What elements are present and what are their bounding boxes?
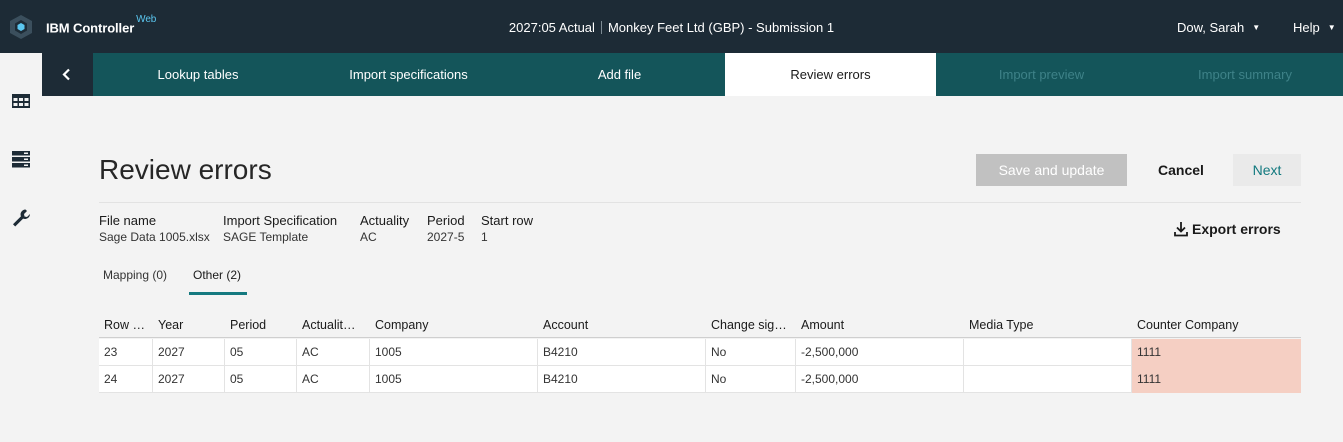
context-period: 2027:05 Actual [508,20,595,35]
meta-period: Period 2027-5 [427,213,465,244]
cell-change-sign: No [706,366,796,393]
column-header-actuality[interactable]: Actualit… [302,318,368,332]
meta-start-row: Start row 1 [481,213,533,244]
grid-icon[interactable] [10,90,32,112]
cell-counter-company-error[interactable]: 1111 [1132,366,1301,393]
cell-row: 24 [99,366,153,393]
meta-value: 2027-5 [427,230,465,244]
meta-value: Sage Data 1005.xlsx [99,230,210,244]
subtab-mapping[interactable]: Mapping (0) [103,268,167,282]
next-button[interactable]: Next [1233,154,1301,186]
caret-down-icon: ▼ [1327,23,1336,32]
wizard-tab-import-specifications[interactable]: Import specifications [303,53,514,96]
page-title: Review errors [99,154,272,185]
active-subtab-indicator [189,292,247,295]
save-and-update-button[interactable]: Save and update [976,154,1127,186]
subtab-other[interactable]: Other (2) [193,268,241,282]
left-rail [0,53,42,442]
table-header: Row … Year Period Actualit… Company Acco… [99,314,1301,338]
cell-company: 1005 [370,366,538,393]
wizard-tab-import-preview: Import preview [998,67,1085,82]
context-company: Monkey Feet Ltd (GBP) - Submission 1 [607,20,835,35]
column-header-change-sign[interactable]: Change sig… [711,318,793,332]
wizard-tab-add-file[interactable]: Add file [514,53,725,96]
meta-value: AC [360,230,377,244]
help-menu[interactable]: Help ▼ [1293,20,1336,35]
back-button[interactable] [42,53,93,96]
cell-account: B4210 [538,366,706,393]
cell-actuality: AC [297,366,370,393]
meta-import-specification: Import Specification SAGE Template [223,213,337,244]
cell-account: B4210 [538,339,706,366]
cell-actuality: AC [297,339,370,366]
column-header-media-type[interactable]: Media Type [969,318,1129,332]
export-errors-label: Export errors [1192,221,1281,237]
wizard-tab-import-summary: Import summary [1198,67,1292,82]
top-bar: IBM ControllerWeb 2027:05 Actual Monkey F… [0,0,1343,53]
download-icon [1174,222,1188,237]
cell-media-type[interactable] [964,339,1132,366]
wrench-icon[interactable] [10,207,32,229]
cell-period: 05 [225,339,297,366]
table-row[interactable]: 23 2027 05 AC 1005 B4210 No -2,500,000 1… [99,339,1301,366]
cell-change-sign: No [706,339,796,366]
help-label: Help [1293,20,1320,35]
meta-label: Import Specification [223,213,338,228]
cancel-button[interactable]: Cancel [1143,154,1219,186]
meta-actuality: Actuality AC [360,213,409,244]
meta-value: SAGE Template [223,230,309,244]
table-row[interactable]: 24 2027 05 AC 1005 B4210 No -2,500,000 1… [99,366,1301,393]
wizard-tab-review-errors[interactable]: Review errors [725,53,936,96]
cell-amount: -2,500,000 [796,339,964,366]
caret-down-icon: ▼ [1252,23,1261,32]
wizard-tab-lookup-tables[interactable]: Lookup tables [93,53,303,96]
meta-label: Actuality [360,213,410,228]
context-bar: 2027:05 Actual Monkey Feet Ltd (GBP) - Su… [0,20,1343,35]
meta-file-name: File name Sage Data 1005.xlsx [99,213,210,244]
user-menu[interactable]: Dow, Sarah ▼ [1177,20,1260,35]
header-divider [99,202,1301,203]
column-header-counter-company[interactable]: Counter Company [1137,318,1297,332]
column-header-year[interactable]: Year [158,318,224,332]
export-errors-link[interactable]: Export errors [1174,221,1281,237]
meta-label: File name [99,213,157,228]
cell-amount: -2,500,000 [796,366,964,393]
meta-value: 1 [481,230,488,244]
cell-company: 1005 [370,339,538,366]
column-header-amount[interactable]: Amount [801,318,961,332]
cell-media-type[interactable] [964,366,1132,393]
cell-year: 2027 [153,339,225,366]
column-header-period[interactable]: Period [230,318,296,332]
cell-row: 23 [99,339,153,366]
wizard-steps: Lookup tables Import specifications Add … [42,53,1343,96]
cell-period: 05 [225,366,297,393]
context-separator [600,21,602,34]
column-header-row[interactable]: Row … [104,318,152,332]
meta-label: Start row [481,213,534,228]
cell-counter-company-error[interactable]: 1111 [1132,339,1301,366]
meta-label: Period [427,213,465,228]
server-icon[interactable] [10,148,32,170]
user-name: Dow, Sarah [1177,20,1245,35]
column-header-account[interactable]: Account [543,318,703,332]
cell-year: 2027 [153,366,225,393]
column-header-company[interactable]: Company [375,318,535,332]
chevron-left-icon [62,68,70,81]
